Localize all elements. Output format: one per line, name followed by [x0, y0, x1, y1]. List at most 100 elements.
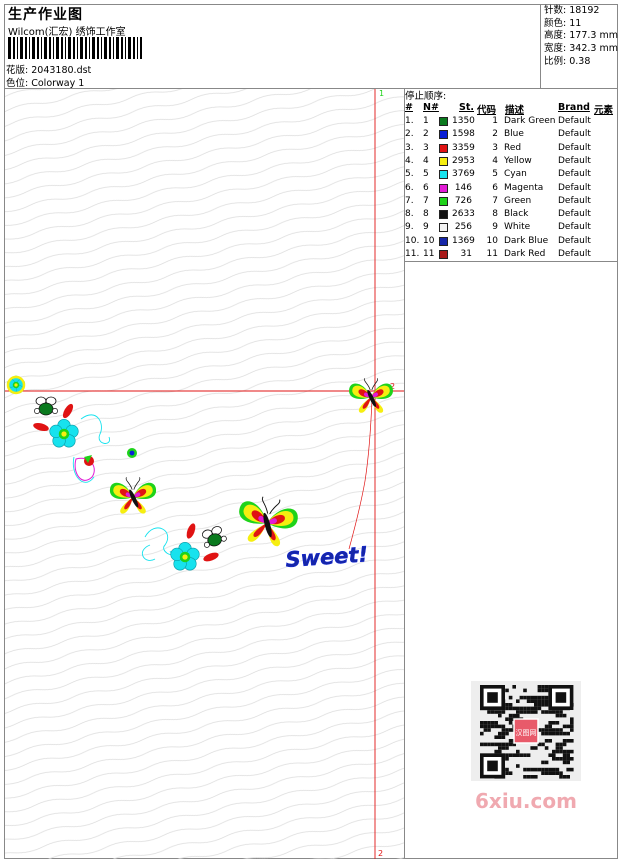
design-canvas: 1 2 2 Sweet! — [5, 89, 404, 859]
qr-code: 汉图网 — [471, 681, 581, 781]
row-num: 7. — [405, 195, 414, 206]
row-brand: Default — [558, 155, 591, 166]
row-n: 11 — [423, 249, 435, 259]
row-brand: Default — [558, 222, 591, 233]
color-swatch — [439, 130, 448, 140]
row-code: 11 — [486, 249, 498, 259]
row-desc: Dark Red — [504, 249, 546, 259]
col-header-elem: 元素 — [594, 105, 614, 116]
table-row: 7. 7 726 7 Green Default — [405, 195, 618, 208]
pattern-line: 花版: 2043180.dst — [6, 62, 91, 76]
color-swatch — [439, 223, 448, 233]
row-code: 9 — [492, 222, 498, 233]
row-stitches: 3769 — [452, 169, 475, 180]
page-title: 生产作业图 — [8, 7, 83, 23]
row-stitches: 726 — [454, 195, 472, 206]
table-bottom-border — [404, 261, 618, 262]
row-desc: White — [504, 222, 531, 233]
barcode — [8, 37, 142, 59]
row-stitches: 3359 — [452, 142, 475, 153]
row-n: 5 — [423, 169, 429, 180]
color-swatch — [439, 143, 448, 153]
stat-scale: 比例: 0.38 — [544, 55, 591, 67]
row-brand: Default — [558, 195, 591, 206]
col-header-st: St. — [459, 102, 474, 113]
table-row: 9. 9 256 9 White Default — [405, 221, 618, 234]
row-desc: Blue — [504, 129, 524, 140]
row-n: 8 — [423, 209, 429, 220]
row-brand: Default — [558, 129, 591, 140]
stat-colors: 颜色: 11 — [544, 17, 582, 29]
row-n: 3 — [423, 142, 429, 153]
row-brand: Default — [558, 116, 591, 126]
row-desc: Red — [504, 142, 522, 153]
row-num: 11. — [405, 249, 420, 259]
color-swatch — [439, 156, 448, 166]
color-swatch — [439, 210, 448, 220]
design-preview[interactable]: 1 2 2 Sweet! — [5, 89, 404, 859]
row-num: 1. — [405, 116, 414, 126]
col-header-num: # — [405, 102, 413, 113]
row-desc: Yellow — [504, 155, 532, 166]
row-brand: Default — [558, 169, 591, 180]
stat-width: 宽度: 342.3 mm — [544, 43, 618, 55]
row-num: 10. — [405, 235, 420, 246]
row-num: 2. — [405, 129, 414, 140]
row-n: 2 — [423, 129, 429, 140]
row-stitches: 2633 — [452, 209, 475, 220]
row-brand: Default — [558, 142, 591, 153]
row-n: 6 — [423, 182, 429, 193]
stop-sequence-title: 停止顺序: — [405, 91, 447, 102]
row-stitches: 1598 — [452, 129, 475, 140]
row-num: 3. — [405, 142, 414, 153]
color-swatch — [439, 236, 448, 246]
row-brand: Default — [558, 209, 591, 220]
row-desc: Black — [504, 209, 529, 220]
table-row: 2. 2 1598 2 Blue Default — [405, 128, 618, 141]
fabric-texture — [5, 89, 404, 859]
row-n: 1 — [423, 116, 429, 126]
row-desc: Dark Blue — [504, 235, 549, 246]
row-code: 5 — [492, 169, 498, 180]
row-num: 5. — [405, 169, 414, 180]
row-num: 9. — [405, 222, 414, 233]
row-num: 4. — [405, 155, 414, 166]
row-stitches: 1350 — [452, 116, 475, 126]
table-row: 3. 3 3359 3 Red Default — [405, 142, 618, 155]
color-swatch — [439, 250, 448, 259]
row-desc: Green — [504, 195, 532, 206]
row-num: 6. — [405, 182, 414, 193]
table-row: 4. 4 2953 4 Yellow Default — [405, 155, 618, 168]
table-row: 5. 5 3769 5 Cyan Default — [405, 168, 618, 181]
col-header-n: N# — [423, 102, 439, 113]
table-row: 11. 11 31 11 Dark Red Default — [405, 248, 618, 261]
color-swatch — [439, 183, 448, 193]
qr-badge-text: 汉图网 — [516, 729, 537, 737]
color-swatch — [439, 117, 448, 126]
row-code: 10 — [486, 235, 498, 246]
row-n: 10 — [423, 235, 435, 246]
guide-label-end: 2 — [378, 849, 383, 858]
row-n: 9 — [423, 222, 429, 233]
col-header-code: 代码 — [477, 105, 497, 116]
row-brand: Default — [558, 182, 591, 193]
row-n: 4 — [423, 155, 429, 166]
stats-box: 针数: 18192 颜色: 11 高度: 177.3 mm 宽度: 342.3 … — [540, 4, 618, 88]
watermark: 6xiu.com — [475, 789, 577, 813]
col-header-brand: Brand — [558, 102, 590, 113]
row-code: 6 — [492, 182, 498, 193]
col-header-desc: 描述 — [505, 105, 525, 116]
row-code: 7 — [492, 195, 498, 206]
row-code: 1 — [492, 116, 498, 126]
stat-height: 高度: 177.3 mm — [544, 30, 618, 42]
row-code: 2 — [492, 129, 498, 140]
row-num: 8. — [405, 209, 414, 220]
row-desc: Dark Green — [504, 116, 556, 126]
colorway-line: 色位: Colorway 1 — [6, 75, 84, 89]
table-row: 10. 10 1369 10 Dark Blue Default — [405, 235, 618, 248]
row-code: 8 — [492, 209, 498, 220]
guide-label-start: 1 — [379, 89, 384, 98]
row-stitches: 256 — [454, 222, 472, 233]
row-code: 3 — [492, 142, 498, 153]
row-brand: Default — [558, 235, 591, 246]
